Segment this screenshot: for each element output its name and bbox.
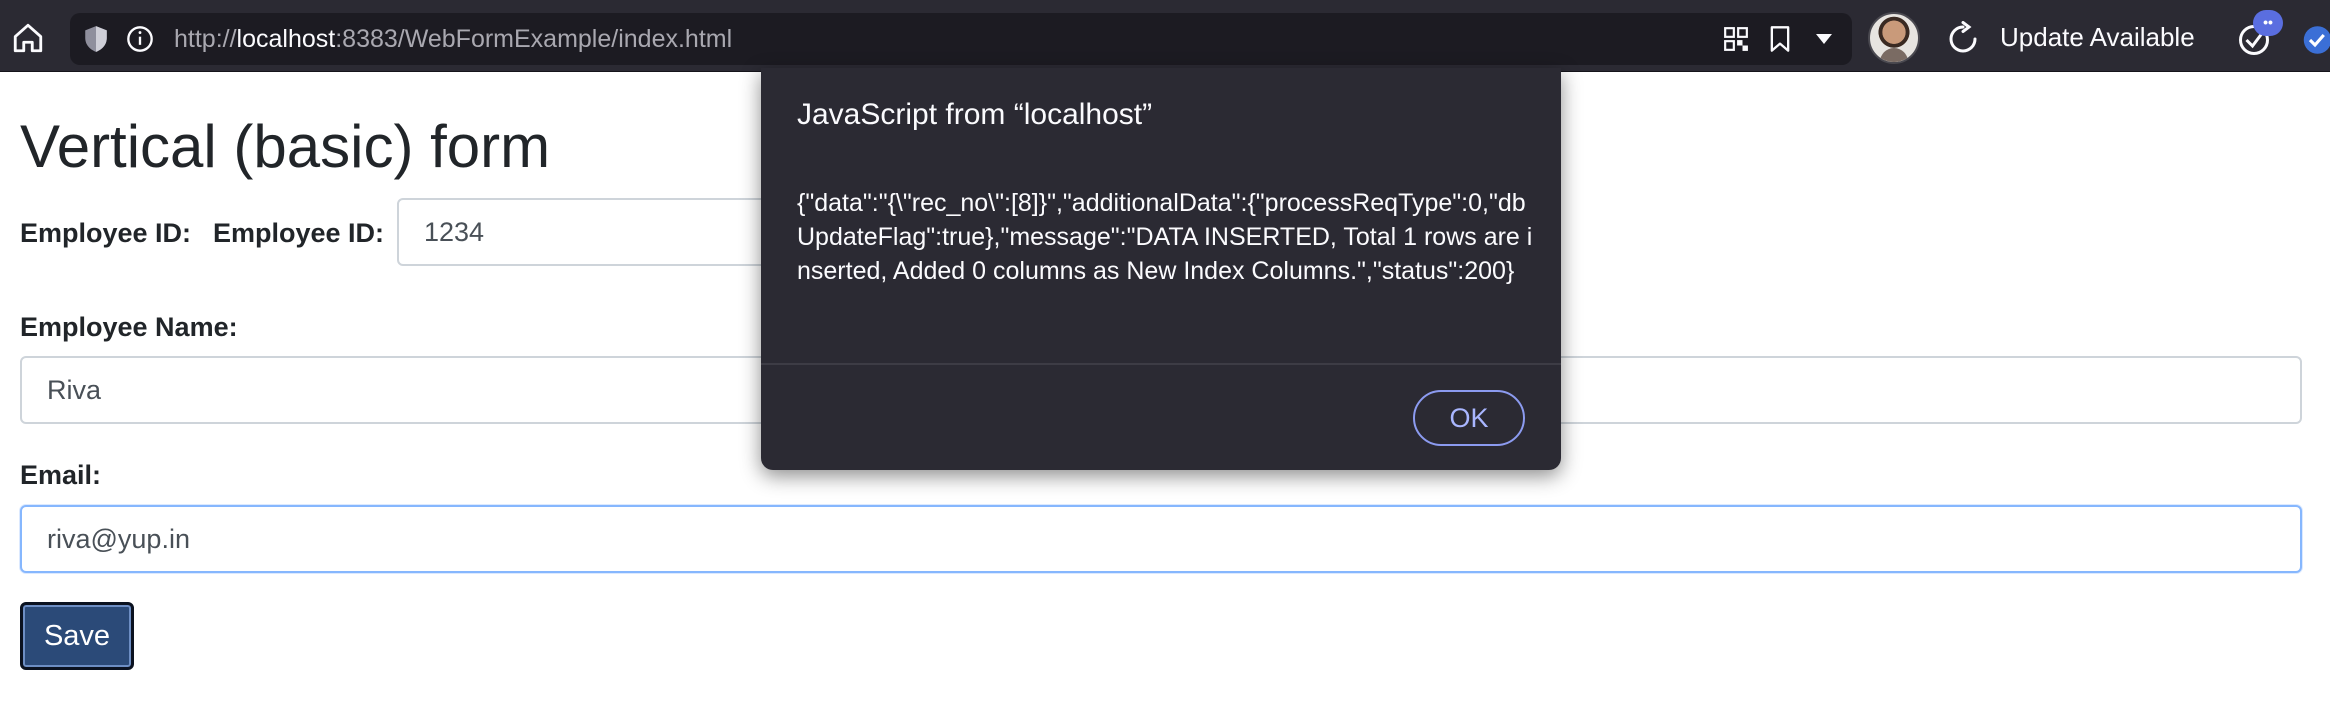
url-path: :8383/WebFormExample/index.html (335, 25, 733, 53)
browser-toolbar: http://localhost:8383/WebFormExample/ind… (0, 0, 2330, 72)
dialog-title: JavaScript from “localhost” (797, 98, 1153, 131)
dialog-divider (761, 363, 1561, 365)
ok-button[interactable]: OK (1413, 390, 1525, 446)
tracking-shield-icon[interactable] (82, 25, 110, 53)
employee-name-label: Employee Name: (20, 312, 238, 342)
url-host: localhost (236, 25, 336, 53)
employee-id-label: Employee ID: (20, 218, 192, 248)
save-button[interactable]: Save (20, 602, 134, 670)
url-text[interactable]: http://localhost:8383/WebFormExample/ind… (174, 25, 732, 53)
reload-update-icon[interactable] (1944, 20, 1982, 58)
javascript-alert-dialog: JavaScript from “localhost” {"data":"{\"… (761, 68, 1561, 470)
chevron-down-icon[interactable] (1810, 25, 1838, 53)
dialog-message: {"data":"{\"rec_no\":[8]}","additionalDa… (797, 189, 1533, 285)
email-input[interactable]: riva@yup.in (20, 505, 2302, 573)
employee-id-label-duplicate: Employee ID: (213, 218, 385, 248)
home-icon[interactable] (6, 16, 50, 60)
page-title: Vertical (basic) form (20, 113, 551, 180)
site-info-icon[interactable] (126, 25, 154, 53)
address-bar[interactable]: http://localhost:8383/WebFormExample/ind… (70, 13, 1852, 65)
employee-id-input[interactable]: 1234 (397, 198, 767, 266)
check-icon[interactable] (2300, 22, 2330, 58)
qr-code-icon[interactable] (1722, 25, 1750, 53)
bookmark-icon[interactable] (1766, 25, 1794, 53)
url-prefix: http:// (174, 25, 237, 53)
update-available-label[interactable]: Update Available (2000, 22, 2195, 53)
avatar[interactable] (1868, 12, 1920, 64)
notification-badge: •• (2253, 10, 2283, 36)
email-label: Email: (20, 460, 102, 490)
